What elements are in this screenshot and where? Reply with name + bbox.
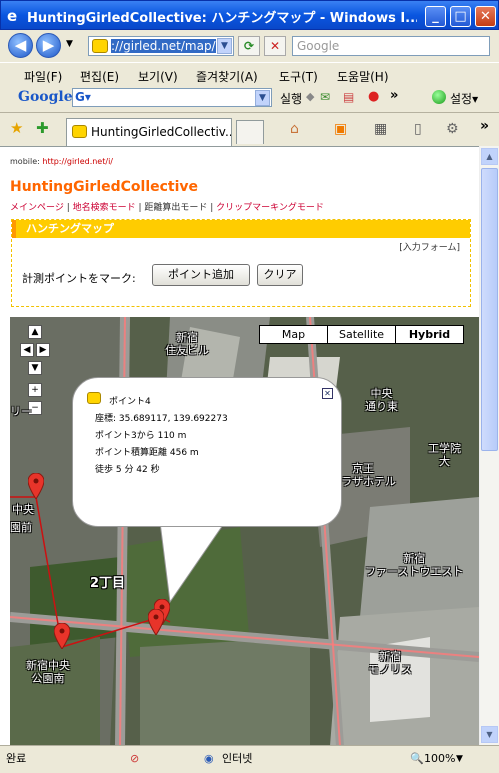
tab-site-icon: [72, 125, 87, 138]
site-title[interactable]: HuntingGirledCollective: [10, 179, 198, 195]
google-toolbar: Google G▾ ▼ 실행 ◆ ✉ ▤ ● » 설정▾: [0, 86, 499, 110]
mail-icon[interactable]: ✉: [320, 90, 330, 104]
link-main-page[interactable]: メインページ: [10, 203, 64, 213]
info-coords: 座標: 35.689117, 139.692273: [95, 414, 228, 424]
bookmark-icon[interactable]: ▤: [343, 90, 354, 104]
zoom-icon[interactable]: 🔍: [410, 751, 424, 769]
site-icon: [92, 39, 108, 53]
link-place-search[interactable]: 地名検索モード: [73, 203, 136, 213]
stop-button[interactable]: ✕: [264, 36, 286, 56]
mobile-label: mobile:: [10, 157, 40, 166]
close-button[interactable]: ✕: [475, 6, 496, 27]
navigation-bar: ◀ ▶ ▼ ://girled.net/map/ ▼ ⟳ ✕ Google: [0, 30, 499, 62]
search-input[interactable]: Google: [292, 36, 490, 56]
link-clip-marking[interactable]: クリップマーキングモード: [216, 203, 324, 213]
more-icon[interactable]: »: [390, 88, 398, 103]
menu-help[interactable]: 도움말(H): [337, 68, 389, 85]
menu-view[interactable]: 보기(V): [138, 68, 178, 85]
new-tab-button[interactable]: [236, 120, 264, 144]
zoom-level[interactable]: 100%: [424, 751, 455, 769]
hunting-map-panel: ハンチングマップ [入力フォーム] 計測ポイントをマーク: ポイント追加 クリア: [11, 219, 471, 307]
page-content: mobile: http://girled.net/i/ HuntingGirl…: [0, 146, 479, 745]
scroll-up-icon[interactable]: ▲: [481, 148, 498, 165]
menu-tools[interactable]: 도구(T): [279, 68, 318, 85]
status-text: 완료: [6, 752, 27, 765]
toolbar-separator-icon: ◆: [306, 90, 315, 103]
map-pin-icon[interactable]: ●: [368, 89, 379, 104]
map-view[interactable]: Map Satellite Hybrid ▲ ◀ ▶ ▼ + − 新宿 住友ビル …: [10, 317, 479, 745]
vertical-scrollbar[interactable]: ▲ ▼: [479, 146, 499, 745]
menu-edit[interactable]: 편집(E): [80, 68, 119, 85]
info-close-icon[interactable]: ✕: [322, 388, 333, 399]
info-title: ポイント4: [109, 397, 151, 407]
link-distance-mode[interactable]: 距離算出モード: [144, 203, 207, 213]
google-dropdown-icon[interactable]: ▼: [255, 90, 270, 106]
mode-links: メインページ | 地名検索モード | 距離算出モード | クリップマーキングモー…: [10, 203, 324, 213]
info-content: ポイント4 座標: 35.689117, 139.692273 ポイント3から …: [95, 394, 228, 479]
settings-menu[interactable]: 설정▾: [450, 90, 478, 107]
rss-icon[interactable]: ▣: [334, 121, 347, 137]
refresh-button[interactable]: ⟳: [238, 36, 260, 56]
info-window: ポイント4 座標: 35.689117, 139.692273 ポイント3から …: [72, 377, 342, 527]
info-from-prev: ポイント3から 110 m: [95, 431, 187, 441]
clear-button[interactable]: クリア: [257, 264, 303, 286]
home-icon[interactable]: ⌂: [290, 121, 299, 137]
favorites-star-icon[interactable]: ★: [10, 119, 23, 137]
minimize-button[interactable]: _: [425, 6, 446, 27]
google-search-input[interactable]: G▾ ▼: [72, 88, 272, 107]
address-text: ://girled.net/map/: [111, 39, 216, 53]
scroll-thumb[interactable]: [481, 168, 498, 451]
maximize-button[interactable]: □: [450, 6, 471, 27]
tab-label: HuntingGirledCollectiv...: [91, 125, 232, 139]
zoom-dropdown-icon[interactable]: ▼: [456, 751, 463, 769]
add-point-button[interactable]: ポイント追加: [152, 264, 250, 286]
forward-button[interactable]: ▶: [36, 33, 61, 58]
google-run-button[interactable]: 실행: [280, 90, 302, 107]
tools-gear-icon[interactable]: ⚙: [446, 121, 459, 137]
menu-file[interactable]: 파일(F): [24, 68, 62, 85]
popup-blocker-icon[interactable]: ⊘: [130, 751, 139, 769]
print-icon[interactable]: ▦: [374, 121, 387, 137]
panel-title: ハンチングマップ: [12, 220, 470, 238]
mark-label: 計測ポイントをマーク:: [22, 272, 136, 285]
mobile-url-link[interactable]: http://girled.net/i/: [42, 157, 113, 166]
add-favorites-icon[interactable]: ✚: [36, 119, 49, 137]
tab-more-icon[interactable]: »: [480, 118, 489, 134]
ie-logo-icon: e: [7, 7, 18, 25]
menu-bar: 파일(F) 편집(E) 보기(V) 즐겨찾기(A) 도구(T) 도움말(H): [0, 62, 499, 86]
zone-label: 인터넷: [222, 752, 253, 765]
google-logo: Google: [18, 89, 73, 105]
status-dot-icon: [432, 90, 446, 104]
mobile-link-row: mobile: http://girled.net/i/: [10, 157, 113, 166]
tab-current[interactable]: HuntingGirledCollectiv...: [66, 118, 232, 146]
address-dropdown-icon[interactable]: ▼: [217, 38, 232, 54]
input-form-link[interactable]: [入力フォーム]: [399, 240, 460, 253]
page-icon[interactable]: ▯: [414, 121, 422, 137]
info-walk: 徒歩 5 分 42 秒: [95, 465, 160, 475]
scroll-down-icon[interactable]: ▼: [481, 726, 498, 743]
status-bar: 완료 ⊘ ◉ 인터넷 🔍 100% ▼: [0, 745, 499, 773]
settings-label: 설정: [450, 92, 473, 106]
google-g-icon: G▾: [75, 90, 91, 104]
window-title-bar: e HuntingGirledCollective: ハンチングマップ - Wi…: [0, 0, 499, 30]
info-total: ポイント積算距離 456 m: [95, 448, 199, 458]
history-dropdown-icon[interactable]: ▼: [66, 39, 73, 49]
internet-zone-icon: ◉: [204, 752, 214, 765]
menu-favorites[interactable]: 즐겨찾기(A): [196, 68, 258, 85]
back-button[interactable]: ◀: [8, 33, 33, 58]
tab-bar: ★ ✚ HuntingGirledCollectiv... ⌂ ▣ ▦ ▯ ⚙ …: [0, 112, 499, 146]
window-title: HuntingGirledCollective: ハンチングマップ - Wind…: [27, 11, 417, 26]
address-bar[interactable]: ://girled.net/map/ ▼: [88, 36, 234, 56]
